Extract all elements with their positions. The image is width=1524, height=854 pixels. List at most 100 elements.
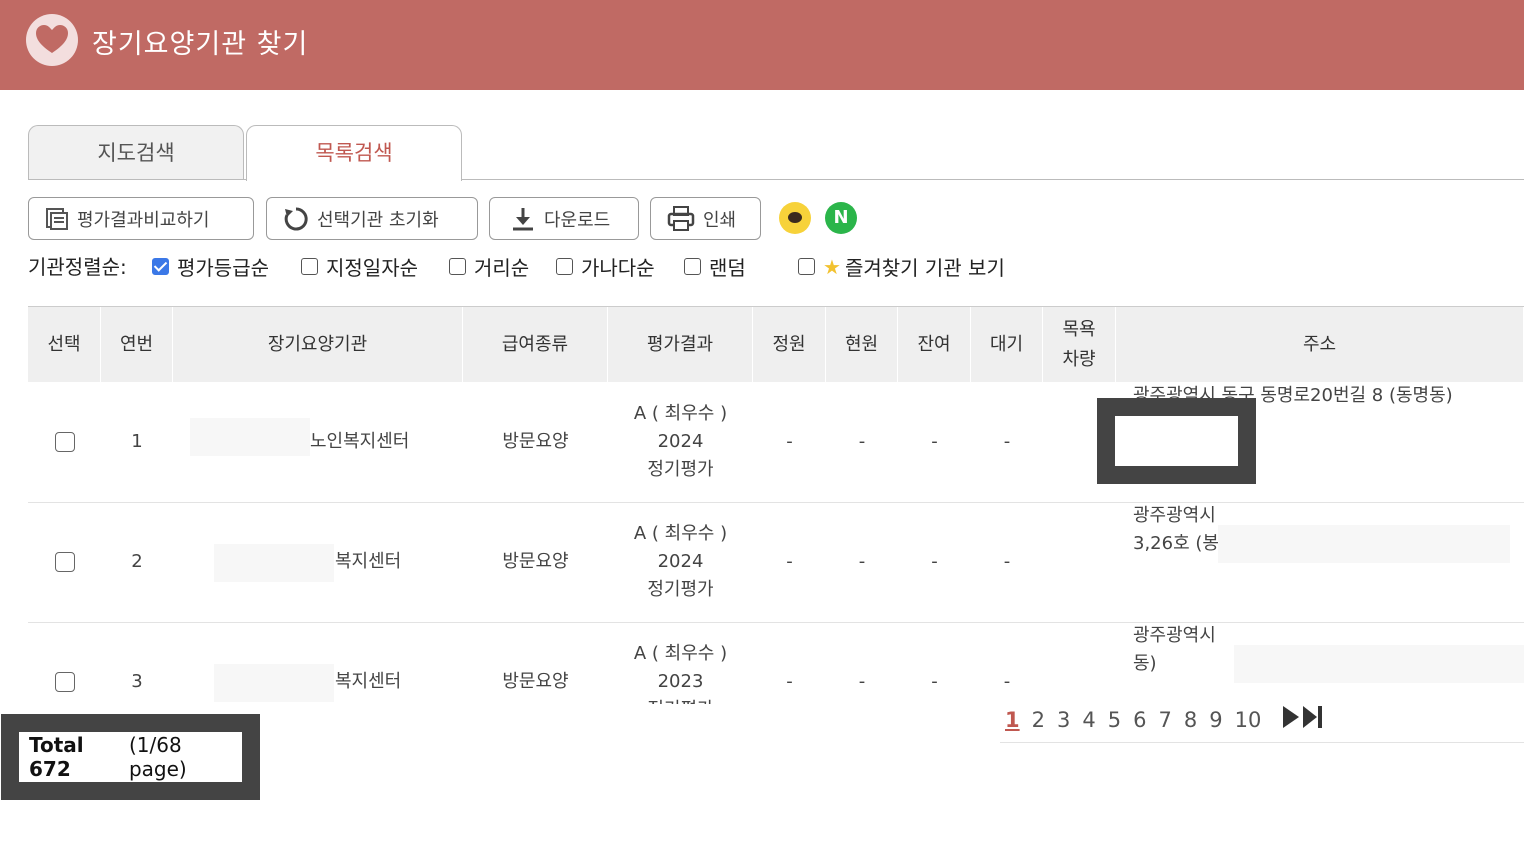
col-evaluation: 평가결과: [608, 307, 753, 382]
col-select: 선택: [28, 307, 101, 382]
col-number: 연번: [101, 307, 173, 382]
address-line2: 동): [1133, 653, 1157, 674]
page-link[interactable]: 9: [1209, 708, 1222, 732]
current: -: [858, 431, 866, 452]
sort-option-label: 가나다순: [581, 256, 655, 280]
sort-option-label: 평가등급순: [177, 256, 269, 280]
app-header: 장기요양기관 찾기: [0, 0, 1524, 90]
logo-heart-icon: [26, 14, 78, 66]
checkbox-icon[interactable]: [556, 258, 573, 275]
pagination: 1 2 3 4 5 6 7 8 9 10: [1005, 706, 1335, 733]
checkbox-checked-icon[interactable]: [152, 258, 169, 275]
page-link[interactable]: 1: [1005, 708, 1020, 732]
print-label: 인쇄: [703, 209, 737, 231]
eval-type: 정기평가: [647, 459, 714, 480]
remaining: -: [931, 431, 938, 452]
eval-year: 2024: [657, 431, 704, 452]
page-link[interactable]: 5: [1108, 708, 1121, 732]
last-page-icon[interactable]: [1303, 706, 1323, 733]
print-button[interactable]: 인쇄: [650, 197, 761, 240]
total-label: Total 672: [29, 733, 84, 781]
reset-label: 선택기관 초기화: [317, 209, 439, 231]
capacity: -: [786, 431, 793, 452]
page-link[interactable]: 7: [1159, 708, 1172, 732]
address-line1: 광주광역시: [1133, 505, 1216, 526]
redacted-block: [1218, 525, 1510, 563]
highlight-frame-total: Total 672 (1/68 page): [1, 714, 260, 800]
row-checkbox[interactable]: [54, 552, 75, 572]
star-icon: ★: [823, 254, 841, 279]
page-link[interactable]: 10: [1235, 708, 1262, 732]
col-benefit-type: 급여종류: [463, 307, 608, 382]
sort-option-grade[interactable]: 평가등급순: [152, 252, 269, 281]
redacted-block: [214, 544, 334, 582]
tab-map-search[interactable]: 지도검색: [28, 125, 244, 179]
sort-option-label: 거리순: [474, 256, 530, 280]
page-link[interactable]: 6: [1133, 708, 1146, 732]
highlight-frame-address: [1097, 398, 1256, 484]
row-checkbox[interactable]: [54, 432, 75, 452]
checkbox-icon[interactable]: [684, 258, 701, 275]
table-row[interactable]: 1 노인복지센터 방문요양 A ( 최우수 ) 2024 정기평가 - - - …: [28, 382, 1524, 503]
download-icon: [513, 207, 533, 230]
page-link[interactable]: 2: [1032, 708, 1045, 732]
eval-grade: A ( 최우수 ): [633, 643, 728, 664]
reset-icon: [284, 206, 308, 230]
sort-option-label: 지정일자순: [326, 256, 418, 280]
remaining: -: [931, 551, 938, 572]
kakao-share-icon[interactable]: [779, 202, 811, 234]
download-button[interactable]: 다운로드: [489, 197, 639, 240]
sort-option-label: 랜덤: [709, 256, 746, 280]
redacted-block: [214, 664, 334, 702]
sort-option-date[interactable]: 지정일자순: [301, 252, 418, 281]
address-line1: 광주광역시: [1133, 625, 1216, 646]
page-link[interactable]: 8: [1184, 708, 1197, 732]
printer-icon: [667, 205, 695, 231]
evaluation-cell: A ( 최우수 ) 2024 정기평가: [608, 502, 753, 622]
row-checkbox[interactable]: [54, 672, 75, 692]
col-address: 주소: [1116, 307, 1524, 382]
page-link[interactable]: 4: [1082, 708, 1095, 732]
sort-bar: 기관정렬순: 평가등급순 지정일자순 거리순 가나다순 랜덤 ★ 즐겨찾기 기관 …: [28, 252, 1128, 281]
capacity: -: [786, 551, 793, 572]
table-header: 선택 연번 장기요양기관 급여종류 평가결과 정원 현원 잔여 대기 목욕 차량…: [28, 306, 1524, 382]
col-remaining: 잔여: [898, 307, 971, 382]
facility-name[interactable]: 노인복지센터: [310, 382, 440, 502]
benefit-type: 방문요양: [502, 551, 569, 572]
col-facility: 장기요양기관: [173, 307, 463, 382]
redacted-block: [1234, 645, 1524, 683]
col-capacity: 정원: [753, 307, 826, 382]
sort-option-random[interactable]: 랜덤: [684, 252, 746, 281]
eval-grade: A ( 최우수 ): [633, 403, 728, 424]
document-icon: [46, 207, 68, 230]
tab-list-search[interactable]: 목록검색: [246, 125, 462, 181]
col-bath-vehicle: 목욕 차량: [1043, 307, 1116, 382]
eval-type: 정기평가: [647, 579, 714, 600]
reset-selection-button[interactable]: 선택기관 초기화: [266, 197, 478, 240]
row-number: 1: [131, 431, 143, 452]
sort-option-distance[interactable]: 거리순: [449, 252, 529, 281]
compare-label: 평가결과비교하기: [77, 209, 210, 231]
evaluation-cell: A ( 최우수 ) 2024 정기평가: [608, 382, 753, 502]
eval-grade: A ( 최우수 ): [633, 523, 728, 544]
naver-share-icon[interactable]: N: [825, 202, 857, 234]
checkbox-icon[interactable]: [798, 258, 815, 275]
sort-label: 기관정렬순:: [28, 254, 127, 279]
redacted-block: [190, 418, 310, 456]
checkbox-icon[interactable]: [449, 258, 466, 275]
row-number: 2: [131, 551, 143, 572]
sort-option-alpha[interactable]: 가나다순: [556, 252, 655, 281]
favorites-toggle[interactable]: ★ 즐겨찾기 기관 보기: [798, 252, 1005, 281]
checkbox-icon[interactable]: [301, 258, 318, 275]
eval-year: 2023: [657, 671, 704, 692]
page-link[interactable]: 3: [1057, 708, 1070, 732]
download-label: 다운로드: [544, 209, 611, 231]
col-current: 현원: [826, 307, 898, 382]
next-page-icon[interactable]: [1283, 706, 1300, 733]
table-row[interactable]: 2 복지센터 방문요양 A ( 최우수 ) 2024 정기평가 - - - - …: [28, 502, 1524, 623]
facility-name[interactable]: 복지센터: [335, 502, 445, 622]
favorites-label: 즐겨찾기 기관 보기: [844, 256, 1005, 280]
eval-year: 2024: [657, 551, 704, 572]
total-pages: (1/68 page): [128, 733, 187, 781]
compare-button[interactable]: 평가결과비교하기: [28, 197, 254, 240]
